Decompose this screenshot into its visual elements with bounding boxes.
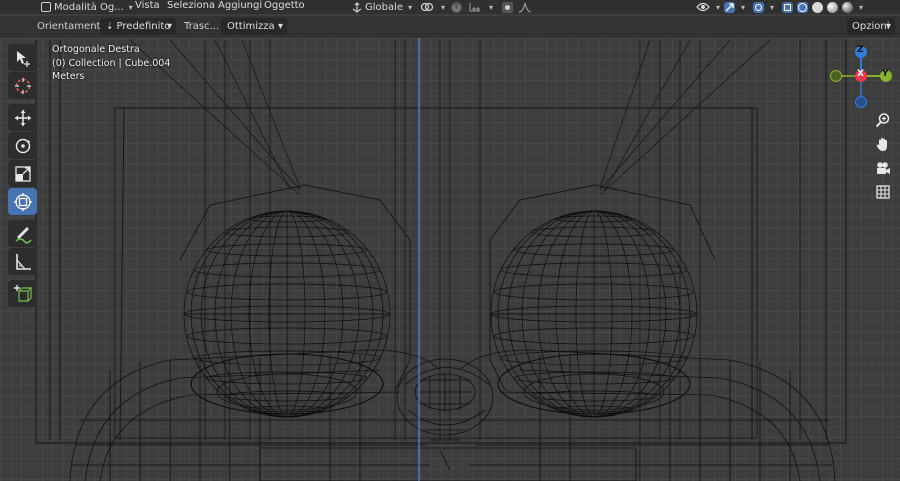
- camera-icon: [877, 162, 890, 174]
- tool-settings-bar: Orientamento: ⇣ Predefinito ▾ Trasc... Ott…: [0, 16, 900, 38]
- material-shading-icon[interactable]: [827, 1, 839, 13]
- add-cube-tool[interactable]: [8, 280, 37, 307]
- zoom-button[interactable]: [872, 109, 894, 131]
- chevron-down-icon: ▾: [166, 21, 172, 32]
- ortho-toggle-button[interactable]: [872, 181, 894, 203]
- transform-orientation-dropdown[interactable]: Globale ▾: [352, 0, 412, 14]
- viewport-info: Ortogonale Destra (0) Collection | Cube.…: [52, 43, 170, 84]
- snap-increment-icon[interactable]: [468, 1, 482, 13]
- drag-setting-dropdown[interactable]: Ottimizza ▾: [221, 18, 287, 35]
- z-axis-label: Z: [857, 45, 864, 55]
- camera-view-button[interactable]: [872, 157, 894, 179]
- falloff-curve-icon[interactable]: [518, 1, 532, 13]
- move-tool[interactable]: [8, 104, 37, 131]
- solid-shading-icon[interactable]: [812, 1, 824, 13]
- proportional-edit-icon[interactable]: [502, 1, 514, 13]
- collection-label: (0) Collection | Cube.004: [52, 57, 171, 69]
- menu-vista[interactable]: Vista: [135, 0, 160, 14]
- pivot-link-icon[interactable]: [420, 1, 434, 13]
- scale-tool[interactable]: [8, 160, 37, 187]
- pan-button[interactable]: [872, 133, 894, 155]
- interaction-mode-label: Modalità Og...: [54, 1, 124, 13]
- options-label: Opzioni: [852, 21, 890, 32]
- orientation-setting-dropdown[interactable]: ⇣ Predefinito ▾: [100, 18, 176, 35]
- pivot-snap-tools: ▾ ▾: [420, 0, 532, 14]
- chevron-down-icon: ▾: [128, 2, 133, 12]
- overlays-toggle-icon[interactable]: [753, 1, 765, 13]
- view-name-label: Ortogonale Destra: [52, 44, 140, 55]
- select-tool[interactable]: [8, 44, 37, 71]
- visibility-eye-icon[interactable]: [696, 1, 710, 13]
- menu-oggetto[interactable]: Oggetto: [264, 0, 305, 14]
- cursor-tool[interactable]: [8, 72, 37, 99]
- drag-setting-value: Ottimizza: [227, 21, 275, 32]
- gizmo-toggle-icon[interactable]: [724, 1, 736, 13]
- orientation-setting-label: Orientamento:: [37, 21, 110, 32]
- orientation-label: Globale: [365, 1, 404, 13]
- zoom-icon: [875, 113, 890, 128]
- chevron-down-icon[interactable]: ▾: [741, 3, 745, 12]
- transform-icon: [13, 192, 32, 211]
- drag-setting-label: Trasc...: [184, 21, 220, 32]
- chevron-down-icon: ▾: [408, 2, 413, 12]
- y-axis-label: Y: [882, 69, 889, 79]
- chevron-down-icon[interactable]: ▾: [859, 3, 863, 12]
- chevron-down-icon[interactable]: ▾: [716, 3, 720, 12]
- grid-icon: [876, 185, 890, 199]
- rotate-tool[interactable]: [8, 132, 37, 159]
- menu-aggiungi[interactable]: Aggiungi: [218, 0, 262, 14]
- units-label: Meters: [52, 71, 85, 82]
- interaction-mode-dropdown[interactable]: Modalità Og... ▾: [41, 0, 133, 14]
- viewport-header: Modalità Og... ▾ Vista Seleziona Aggiung…: [0, 0, 900, 14]
- transform-tool[interactable]: [8, 188, 37, 215]
- chevron-down-icon[interactable]: ▾: [441, 3, 445, 12]
- select-cursor-icon: [16, 50, 30, 67]
- hand-pan-icon: [876, 138, 887, 151]
- 3d-viewport[interactable]: Ortogonale Destra (0) Collection | Cube.…: [0, 38, 900, 481]
- wireframe-scene: [35, 38, 847, 481]
- chevron-down-icon: ▾: [885, 21, 891, 32]
- snap-magnet-icon[interactable]: [450, 1, 463, 14]
- chevron-down-icon[interactable]: ▾: [770, 3, 774, 12]
- object-mode-icon: [41, 2, 51, 12]
- orientation-small-icon: ⇣: [106, 22, 114, 32]
- measure-icon: [15, 253, 31, 270]
- rendered-shading-icon[interactable]: [842, 1, 854, 13]
- move-icon: [14, 109, 31, 126]
- neg-y-axis-handle: [830, 70, 842, 82]
- measure-tool[interactable]: [8, 248, 37, 275]
- cursor-3d-icon: [14, 77, 31, 94]
- orientation-icon: [352, 1, 362, 13]
- orientation-setting-value: Predefinito: [116, 21, 171, 32]
- viewport-display-tools: ▾ ▾ ▾ ▾: [696, 0, 863, 14]
- navigation-gizmo[interactable]: Z Y X: [826, 44, 896, 108]
- rotate-icon: [15, 138, 30, 153]
- options-dropdown[interactable]: Opzioni ▾: [847, 18, 895, 35]
- neg-z-axis-handle: [855, 96, 867, 108]
- chevron-down-icon: ▾: [277, 21, 283, 32]
- add-cube-icon: [13, 284, 32, 302]
- x-axis-label: X: [857, 69, 864, 79]
- wireframe-shading-icon[interactable]: [797, 1, 809, 13]
- scale-icon: [14, 165, 31, 182]
- menu-seleziona[interactable]: Seleziona: [167, 0, 215, 14]
- annotate-tool[interactable]: [8, 220, 37, 247]
- xray-toggle-icon[interactable]: [782, 1, 794, 13]
- annotate-icon: [15, 226, 32, 244]
- chevron-down-icon[interactable]: ▾: [489, 3, 493, 12]
